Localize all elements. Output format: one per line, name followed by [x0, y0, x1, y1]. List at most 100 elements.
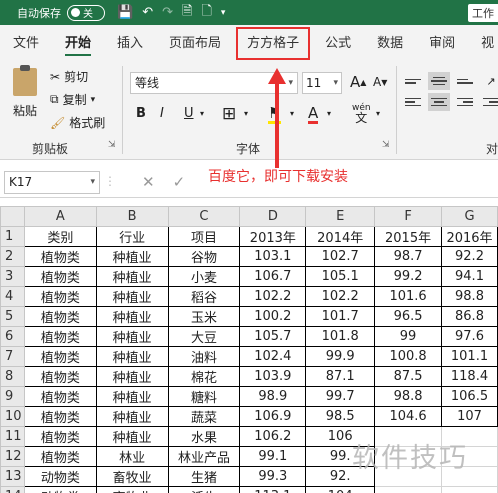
- cell[interactable]: 98.5: [305, 406, 376, 427]
- font-size-select[interactable]: 11 ▾: [302, 72, 342, 94]
- column-header[interactable]: C: [167, 206, 241, 227]
- cell[interactable]: 植物类: [23, 426, 97, 447]
- cell[interactable]: 畜牧业: [95, 486, 169, 493]
- cell[interactable]: 类别: [23, 226, 97, 247]
- cell[interactable]: 99.7: [305, 386, 376, 407]
- cell[interactable]: 102.7: [305, 246, 376, 267]
- cell[interactable]: 106.9: [239, 406, 307, 427]
- cell[interactable]: 98.9: [239, 386, 307, 407]
- chevron-down-icon[interactable]: ▾: [327, 109, 331, 118]
- column-header[interactable]: A: [23, 206, 97, 227]
- cell[interactable]: 94.1: [440, 266, 498, 287]
- cell[interactable]: 106.2: [239, 426, 307, 447]
- cell[interactable]: 87.1: [305, 366, 376, 387]
- tab-page-layout[interactable]: 页面布局: [156, 25, 234, 62]
- cell[interactable]: 98.7: [374, 246, 442, 267]
- cell[interactable]: 糖料: [167, 386, 241, 407]
- cell[interactable]: 玉米: [167, 306, 241, 327]
- align-bottom-icon[interactable]: [454, 72, 476, 90]
- cell[interactable]: 水果: [167, 426, 241, 447]
- cell[interactable]: 行业: [95, 226, 169, 247]
- cell[interactable]: 种植业: [95, 346, 169, 367]
- cell[interactable]: 103.9: [239, 366, 307, 387]
- tab-formulas[interactable]: 公式: [312, 25, 364, 62]
- cell[interactable]: 100.2: [239, 306, 307, 327]
- shrink-font-button[interactable]: A ▼: [373, 75, 387, 89]
- cell[interactable]: 动物类: [23, 486, 97, 493]
- copy-button[interactable]: ⧉ 复制 ▾: [50, 91, 95, 108]
- row-header[interactable]: 2: [0, 246, 25, 267]
- cell[interactable]: 92.2: [440, 246, 498, 267]
- tab-home[interactable]: 开始: [52, 25, 104, 62]
- cell[interactable]: 96.5: [374, 306, 442, 327]
- column-header[interactable]: D: [239, 206, 307, 227]
- cell[interactable]: 104: [305, 486, 376, 493]
- chevron-down-icon[interactable]: ▾: [290, 109, 294, 118]
- cell[interactable]: 种植业: [95, 426, 169, 447]
- column-header[interactable]: G: [440, 206, 498, 227]
- cell[interactable]: 种植业: [95, 366, 169, 387]
- indent-icon[interactable]: [480, 93, 498, 111]
- phonetic-guide-button[interactable]: wén 文: [352, 103, 371, 124]
- cell[interactable]: 98.8: [440, 286, 498, 307]
- chevron-down-icon[interactable]: ▾: [244, 109, 248, 118]
- cancel-icon[interactable]: ✕: [142, 173, 155, 191]
- row-header[interactable]: 6: [0, 326, 25, 347]
- cell[interactable]: 植物类: [23, 306, 97, 327]
- chevron-down-icon[interactable]: ▾: [376, 109, 380, 118]
- row-header[interactable]: 10: [0, 406, 25, 427]
- tab-view[interactable]: 视: [468, 25, 498, 62]
- new-file-icon[interactable]: 🗋: [201, 2, 211, 24]
- save-icon[interactable]: 💾: [117, 5, 133, 20]
- row-header[interactable]: 14: [0, 486, 25, 493]
- format-painter-button[interactable]: 🖌 格式刷: [50, 114, 105, 131]
- cell[interactable]: 101.6: [374, 286, 442, 307]
- cell[interactable]: 87.5: [374, 366, 442, 387]
- tab-data[interactable]: 数据: [364, 25, 416, 62]
- cell[interactable]: 小麦: [167, 266, 241, 287]
- cell[interactable]: 稻谷: [167, 286, 241, 307]
- tab-insert[interactable]: 插入: [104, 25, 156, 62]
- cell[interactable]: 97.6: [440, 326, 498, 347]
- cell[interactable]: 102.2: [305, 286, 376, 307]
- cell[interactable]: 99.3: [239, 466, 307, 487]
- cell[interactable]: 植物类: [23, 446, 97, 467]
- cell[interactable]: [374, 486, 442, 493]
- column-header[interactable]: F: [374, 206, 442, 227]
- orientation-icon[interactable]: ↗: [480, 72, 498, 90]
- row-header[interactable]: 13: [0, 466, 25, 487]
- align-middle-icon[interactable]: [428, 72, 450, 90]
- bold-button[interactable]: B: [136, 106, 146, 121]
- row-header[interactable]: 5: [0, 306, 25, 327]
- cell[interactable]: 动物类: [23, 466, 97, 487]
- cell[interactable]: 种植业: [95, 306, 169, 327]
- cell[interactable]: 2016年: [440, 226, 498, 247]
- cell[interactable]: 种植业: [95, 406, 169, 427]
- cell[interactable]: 2015年: [374, 226, 442, 247]
- paste-button[interactable]: 粘贴: [8, 65, 42, 119]
- cell[interactable]: 101.1: [440, 346, 498, 367]
- cell[interactable]: 105.1: [305, 266, 376, 287]
- cell[interactable]: 油料: [167, 346, 241, 367]
- cell[interactable]: 种植业: [95, 266, 169, 287]
- row-header[interactable]: 8: [0, 366, 25, 387]
- cell[interactable]: 99.9: [305, 346, 376, 367]
- italic-button[interactable]: I: [160, 106, 164, 121]
- cell[interactable]: 105.7: [239, 326, 307, 347]
- dialog-launcher-icon[interactable]: ⇲: [382, 140, 390, 150]
- cell[interactable]: 林业产品: [167, 446, 241, 467]
- cell[interactable]: 106.7: [239, 266, 307, 287]
- customize-toolbar-icon[interactable]: ▾: [221, 8, 226, 18]
- column-header[interactable]: E: [305, 206, 376, 227]
- cell[interactable]: 大豆: [167, 326, 241, 347]
- align-left-icon[interactable]: [402, 93, 424, 111]
- cell[interactable]: 蔬菜: [167, 406, 241, 427]
- cell[interactable]: 99.2: [374, 266, 442, 287]
- chevron-down-icon[interactable]: ▾: [200, 109, 204, 118]
- tab-review[interactable]: 审阅: [416, 25, 468, 62]
- cell[interactable]: 植物类: [23, 386, 97, 407]
- row-header[interactable]: 3: [0, 266, 25, 287]
- cell[interactable]: 种植业: [95, 286, 169, 307]
- cell[interactable]: 生猪: [167, 466, 241, 487]
- cell[interactable]: 植物类: [23, 326, 97, 347]
